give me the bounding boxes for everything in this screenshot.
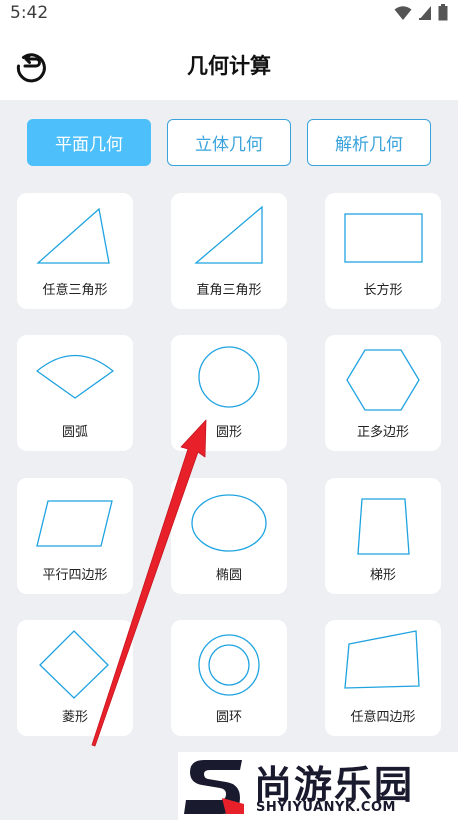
shape-label: 圆形: [215, 425, 242, 440]
signal-icon: [419, 5, 431, 20]
shape-label: 直角三角形: [196, 283, 262, 298]
shape-label: 正多边形: [356, 425, 409, 440]
status-bar: 5:42: [0, 0, 458, 26]
page-title: 几何计算: [187, 54, 271, 78]
shape-card-arbitrary-triangle[interactable]: 任意三角形: [17, 193, 133, 309]
shape-card-arc[interactable]: 圆弧: [17, 335, 133, 451]
shape-label: 圆环: [215, 710, 242, 725]
geometry-tabs: 平面几何 立体几何 解析几何: [0, 119, 458, 166]
shape-label: 圆弧: [61, 425, 88, 440]
status-icons: [394, 4, 448, 21]
wifi-icon: [394, 5, 412, 20]
battery-icon: [438, 4, 448, 21]
tab-analytic-geometry[interactable]: 解析几何: [307, 119, 431, 166]
shape-card-ellipse[interactable]: 椭圆: [171, 478, 287, 594]
watermark-logo: 尚游乐园 SHYIYUANYK.COM: [178, 752, 458, 820]
app-header: 几何计算: [0, 26, 458, 100]
shape-label: 梯形: [369, 568, 396, 583]
shape-card-rhombus[interactable]: 菱形: [17, 620, 133, 736]
shape-card-circle[interactable]: 圆形: [171, 335, 287, 451]
shape-card-ring[interactable]: 圆环: [171, 620, 287, 736]
shape-card-arbitrary-quadrilateral[interactable]: 任意四边形: [325, 620, 441, 736]
shape-label: 任意四边形: [350, 710, 416, 725]
shape-label: 椭圆: [215, 568, 242, 583]
shape-card-rectangle[interactable]: 长方形: [325, 193, 441, 309]
tab-plane-geometry[interactable]: 平面几何: [27, 119, 151, 166]
shape-label: 菱形: [61, 710, 88, 725]
shape-label: 任意三角形: [42, 283, 108, 298]
shape-label: 平行四边形: [42, 568, 108, 583]
logo-s-icon: [184, 760, 244, 814]
status-time: 5:42: [10, 3, 49, 23]
shape-label: 长方形: [363, 283, 403, 298]
shape-card-parallelogram[interactable]: 平行四边形: [17, 478, 133, 594]
shape-card-trapezoid[interactable]: 梯形: [325, 478, 441, 594]
shape-card-regular-polygon[interactable]: 正多边形: [325, 335, 441, 451]
shape-card-right-triangle[interactable]: 直角三角形: [171, 193, 287, 309]
tab-solid-geometry[interactable]: 立体几何: [167, 119, 291, 166]
watermark-subtitle: SHYIYUANYK.COM: [256, 800, 396, 815]
